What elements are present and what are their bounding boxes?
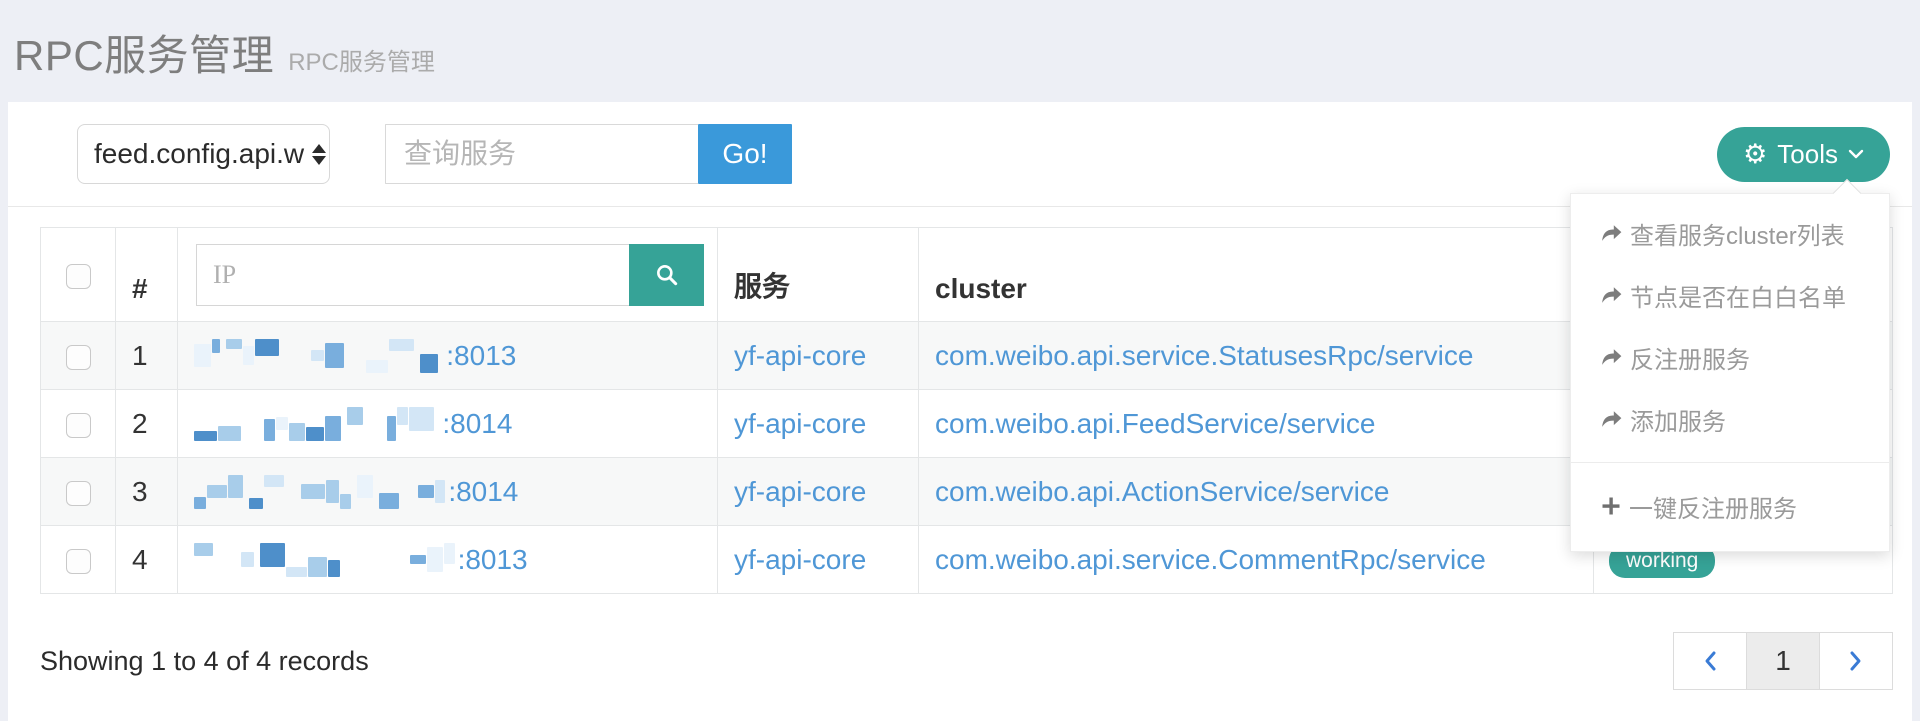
service-link[interactable]: yf-api-core — [734, 340, 866, 371]
service-link[interactable]: yf-api-core — [734, 408, 866, 439]
gear-icon: ⚙ — [1743, 141, 1767, 168]
page-title: RPC服务管理 — [14, 22, 274, 83]
cluster-link[interactable]: com.weibo.api.FeedService/service — [935, 408, 1375, 439]
row-checkbox[interactable] — [66, 413, 91, 438]
tools-dropdown-menu: 查看服务cluster列表 节点是否在白白名单 反注册服务 添加服务 — [1570, 193, 1890, 552]
go-button[interactable]: Go! — [698, 124, 792, 184]
menu-item-label: 节点是否在白白名单 — [1630, 278, 1846, 313]
redacted-ip-mosaic — [194, 407, 440, 441]
ip-filter-group — [196, 244, 717, 306]
redacted-ip-mosaic — [194, 475, 446, 509]
current-page-button[interactable]: 1 — [1746, 632, 1820, 690]
menu-item-one-click-unregister[interactable]: 一键反注册服务 — [1571, 475, 1889, 537]
chevron-down-icon — [1848, 149, 1864, 159]
pagination: 1 — [1674, 632, 1893, 690]
cluster-link[interactable]: com.weibo.api.ActionService/service — [935, 476, 1389, 507]
row-checkbox[interactable] — [66, 345, 91, 370]
search-icon — [654, 262, 680, 288]
chevron-right-icon — [1849, 650, 1863, 672]
row-index: 4 — [116, 526, 178, 594]
menu-item-label: 反注册服务 — [1630, 340, 1750, 375]
select-arrows-icon — [312, 144, 326, 165]
menu-divider — [1571, 462, 1889, 463]
service-select[interactable]: feed.config.api.w — [77, 124, 330, 184]
ip-link[interactable]: :8014 — [194, 475, 717, 509]
share-arrow-icon — [1601, 409, 1622, 430]
service-search-group: Go! — [385, 124, 792, 184]
cluster-link[interactable]: com.weibo.api.service.StatusesRpc/servic… — [935, 340, 1473, 371]
page-subtitle: RPC服务管理 — [288, 42, 435, 77]
service-link[interactable]: yf-api-core — [734, 544, 866, 575]
ip-port: :8014 — [442, 408, 512, 440]
menu-item-label: 添加服务 — [1630, 402, 1726, 437]
column-header-index: # — [116, 228, 178, 322]
row-index: 3 — [116, 458, 178, 526]
row-index: 1 — [116, 322, 178, 390]
ip-filter-input[interactable] — [196, 244, 629, 306]
row-checkbox[interactable] — [66, 549, 91, 574]
select-all-checkbox[interactable] — [66, 264, 91, 289]
tools-button-label: Tools — [1777, 139, 1838, 170]
ip-port: :8014 — [448, 476, 518, 508]
share-arrow-icon — [1601, 223, 1622, 244]
ip-port: :8013 — [446, 340, 516, 372]
table-footer: Showing 1 to 4 of 4 records 1 — [40, 632, 1893, 690]
ip-link[interactable]: :8013 — [194, 339, 717, 373]
chevron-left-icon — [1703, 650, 1717, 672]
cluster-link[interactable]: com.weibo.api.service.CommentRpc/service — [935, 544, 1486, 575]
service-link[interactable]: yf-api-core — [734, 476, 866, 507]
prev-page-button[interactable] — [1673, 632, 1747, 690]
redacted-ip-mosaic — [194, 339, 444, 373]
ip-port: :8013 — [458, 544, 528, 576]
records-summary: Showing 1 to 4 of 4 records — [40, 646, 369, 677]
page-header: RPC服务管理 RPC服务管理 — [0, 0, 1920, 102]
column-header-service: 服务 — [718, 228, 919, 322]
column-header-cluster: cluster — [919, 228, 1594, 322]
share-arrow-icon — [1601, 285, 1622, 306]
service-select-value: feed.config.api.w — [94, 138, 304, 170]
ip-link[interactable]: :8013 — [194, 543, 717, 577]
service-search-input[interactable] — [385, 124, 698, 184]
tools-button[interactable]: ⚙ Tools — [1717, 127, 1890, 182]
menu-item-add-service[interactable]: 添加服务 — [1571, 388, 1889, 450]
row-index: 2 — [116, 390, 178, 458]
toolbar: feed.config.api.w Go! ⚙ Tools 查看服务cluste… — [8, 102, 1912, 207]
ip-link[interactable]: :8014 — [194, 407, 717, 441]
main-panel: feed.config.api.w Go! ⚙ Tools 查看服务cluste… — [8, 102, 1912, 721]
menu-item-label: 一键反注册服务 — [1629, 489, 1797, 524]
menu-item-node-whitelist[interactable]: 节点是否在白白名单 — [1571, 264, 1889, 326]
plus-icon — [1601, 496, 1621, 516]
share-arrow-icon — [1601, 347, 1622, 368]
row-checkbox[interactable] — [66, 481, 91, 506]
menu-item-label: 查看服务cluster列表 — [1630, 216, 1845, 251]
menu-item-view-cluster-list[interactable]: 查看服务cluster列表 — [1571, 202, 1889, 264]
redacted-ip-mosaic — [194, 543, 456, 577]
menu-item-unregister-service[interactable]: 反注册服务 — [1571, 326, 1889, 388]
ip-search-button[interactable] — [629, 244, 704, 306]
next-page-button[interactable] — [1819, 632, 1893, 690]
